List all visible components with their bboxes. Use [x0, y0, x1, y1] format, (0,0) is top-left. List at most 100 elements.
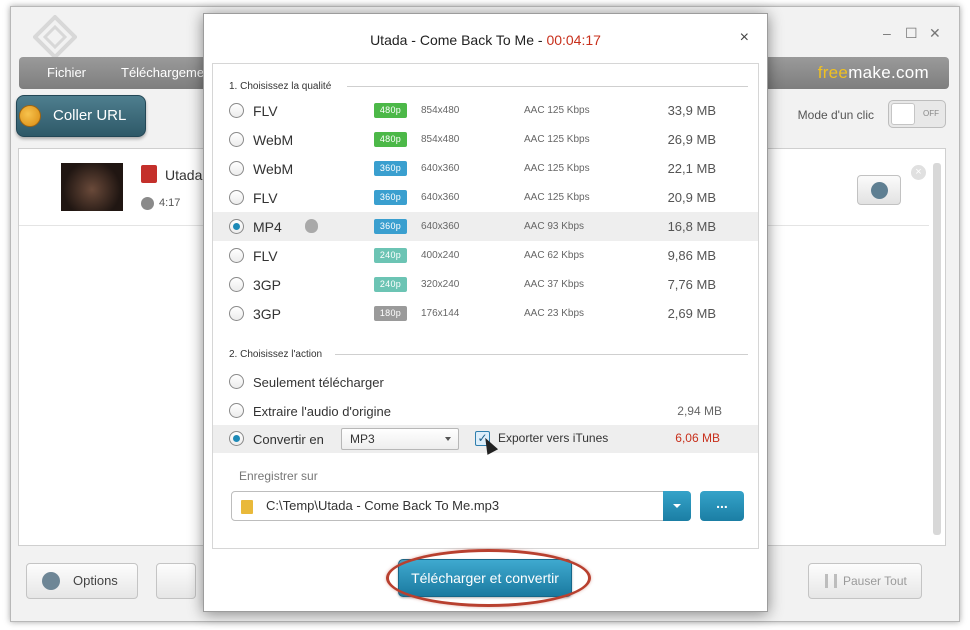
- resolution-badge: 360p: [374, 161, 407, 176]
- save-location-label: Enregistrer sur: [239, 469, 318, 483]
- quality-radio[interactable]: [229, 277, 244, 292]
- quality-radio[interactable]: [229, 306, 244, 321]
- quality-row[interactable]: FLV 240p 400x240 AAC 62 Kbps 9,86 MB: [213, 241, 758, 270]
- action-download-radio[interactable]: [229, 374, 244, 389]
- quality-format: 3GP: [253, 306, 282, 322]
- quality-resolution: 640x360: [421, 192, 460, 203]
- action-extract-audio-radio[interactable]: [229, 403, 244, 418]
- window-close-icon[interactable]: ✕: [929, 25, 941, 42]
- quality-size: 2,69 MB: [667, 306, 716, 321]
- quality-resolution: 400x240: [421, 250, 460, 261]
- quality-size: 26,9 MB: [667, 132, 716, 147]
- quality-resolution: 320x240: [421, 279, 460, 290]
- quality-audio: AAC 23 Kbps: [524, 308, 585, 319]
- globe-icon: [871, 182, 888, 199]
- quality-format: FLV: [253, 248, 278, 264]
- download-and-convert-button[interactable]: Télécharger et convertir: [398, 559, 572, 597]
- quality-audio: AAC 125 Kbps: [524, 105, 590, 116]
- quality-size: 33,9 MB: [667, 103, 716, 118]
- quality-radio[interactable]: [229, 103, 244, 118]
- quality-radio[interactable]: [229, 161, 244, 176]
- extract-audio-size: 2,94 MB: [677, 404, 722, 418]
- clock-icon: [141, 197, 154, 210]
- dialog-title: Utada - Come Back To Me - 00:04:17: [370, 32, 601, 48]
- quality-resolution: 854x480: [421, 134, 460, 145]
- brand-suffix: make.com: [848, 63, 929, 82]
- quality-audio: AAC 125 Kbps: [524, 134, 590, 145]
- quality-row[interactable]: 3GP 180p 176x144 AAC 23 Kbps 2,69 MB: [213, 299, 758, 328]
- item-title: Utada: [165, 167, 203, 183]
- quality-size: 7,76 MB: [667, 277, 716, 292]
- quality-row[interactable]: WebM 360p 640x360 AAC 125 Kbps 22,1 MB: [213, 154, 758, 183]
- quality-audio: AAC 125 Kbps: [524, 163, 590, 174]
- action-section-title: 2. Choisissez l'action: [229, 349, 323, 360]
- quality-radio[interactable]: [229, 132, 244, 147]
- video-thumbnail: [61, 163, 123, 211]
- dialog-close-icon[interactable]: ×: [740, 30, 749, 46]
- convert-format-value: MP3: [350, 432, 375, 446]
- maximize-icon[interactable]: ☐: [905, 25, 918, 42]
- brand-prefix: free: [817, 63, 849, 82]
- quality-resolution: 854x480: [421, 105, 460, 116]
- chevron-down-icon: [445, 437, 451, 441]
- quality-size: 9,86 MB: [667, 248, 716, 263]
- action-download-label[interactable]: Seulement télécharger: [253, 375, 384, 390]
- one-click-toggle[interactable]: OFF: [888, 100, 946, 128]
- browse-button[interactable]: ...: [700, 491, 744, 521]
- quality-resolution: 640x360: [421, 163, 460, 174]
- convert-format-select[interactable]: MP3: [341, 428, 459, 450]
- quality-row[interactable]: FLV 360p 640x360 AAC 125 Kbps 20,9 MB: [213, 183, 758, 212]
- save-path-input[interactable]: C:\Temp\Utada - Come Back To Me.mp3: [231, 491, 691, 521]
- list-scrollbar[interactable]: [933, 163, 941, 535]
- apple-icon: [305, 219, 318, 233]
- freemake-logo-icon: [33, 15, 77, 59]
- item-duration: 4:17: [159, 197, 181, 209]
- quality-format: 3GP: [253, 277, 282, 293]
- quality-row[interactable]: FLV 480p 854x480 AAC 125 Kbps 33,9 MB: [213, 96, 758, 125]
- quality-row[interactable]: WebM 480p 854x480 AAC 125 Kbps 26,9 MB: [213, 125, 758, 154]
- quality-audio: AAC 93 Kbps: [524, 221, 585, 232]
- resolution-badge: 360p: [374, 219, 407, 234]
- quality-radio[interactable]: [229, 248, 244, 263]
- quality-size: 16,8 MB: [667, 219, 716, 234]
- one-click-mode-label: Mode d'un clic: [797, 108, 874, 122]
- export-itunes-label[interactable]: Exporter vers iTunes: [498, 431, 608, 445]
- quality-section-title: 1. Choisissez la qualité: [229, 81, 332, 92]
- resolution-badge: 360p: [374, 190, 407, 205]
- convert-size: 6,06 MB: [675, 431, 720, 445]
- dialog-panel: 1. Choisissez la qualité FLV 480p 854x480 A…: [212, 63, 759, 549]
- resolution-badge: 480p: [374, 132, 407, 147]
- quality-format: MP4: [253, 219, 282, 235]
- quality-audio: AAC 37 Kbps: [524, 279, 585, 290]
- quality-size: 20,9 MB: [667, 190, 716, 205]
- resolution-badge: 240p: [374, 248, 407, 263]
- folder-icon: [241, 500, 253, 514]
- quality-resolution: 176x144: [421, 308, 460, 319]
- menu-file[interactable]: Fichier: [47, 65, 86, 80]
- pause-icon: [825, 574, 837, 588]
- resolution-badge: 180p: [374, 306, 407, 321]
- quality-radio[interactable]: [229, 190, 244, 205]
- download-dialog: Utada - Come Back To Me - 00:04:17 × 1. …: [203, 13, 768, 612]
- quality-row[interactable]: MP4 360p 640x360 AAC 93 Kbps 16,8 MB: [213, 212, 758, 241]
- globe-icon: [19, 105, 41, 127]
- menu-downloads[interactable]: Téléchargeme: [121, 65, 204, 80]
- action-convert-label[interactable]: Convertir en: [253, 432, 324, 447]
- quality-radio[interactable]: [229, 219, 244, 234]
- youtube-icon: [141, 165, 157, 183]
- minimize-icon[interactable]: –: [883, 25, 891, 41]
- quality-format: WebM: [253, 132, 294, 148]
- quality-format: FLV: [253, 190, 278, 206]
- action-extract-audio-label[interactable]: Extraire l'audio d'origine: [253, 404, 391, 419]
- dialog-duration: 00:04:17: [546, 32, 601, 48]
- item-globe-button[interactable]: [857, 175, 901, 205]
- quality-resolution: 640x360: [421, 221, 460, 232]
- quality-audio: AAC 62 Kbps: [524, 250, 585, 261]
- resolution-badge: 480p: [374, 103, 407, 118]
- action-convert-radio[interactable]: [229, 431, 244, 446]
- quality-row[interactable]: 3GP 240p 320x240 AAC 37 Kbps 7,76 MB: [213, 270, 758, 299]
- save-path-dropdown-button[interactable]: [663, 491, 691, 521]
- dialog-video-title: Utada - Come Back To Me: [370, 32, 534, 48]
- toolbar-button[interactable]: [156, 563, 196, 599]
- item-remove-icon[interactable]: ×: [911, 165, 926, 180]
